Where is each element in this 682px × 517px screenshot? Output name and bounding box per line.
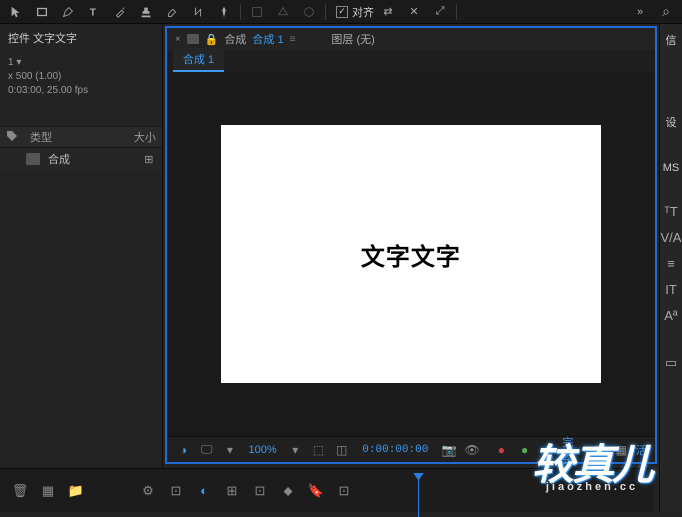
markers-icon[interactable]: 🔖 — [306, 483, 326, 499]
canvas-area[interactable]: 文字文字 — [167, 72, 655, 436]
selection-tool-icon[interactable] — [4, 2, 28, 22]
local-axis-icon[interactable] — [245, 2, 269, 22]
viewer-tab-prefix: 合成 — [224, 31, 246, 47]
roto-tool-icon[interactable] — [186, 2, 210, 22]
rectangle-tool-icon[interactable] — [30, 2, 54, 22]
timeline-panel: 🗑 ▦ 📁 ⚙ ⊡ ◐ ⊞ ⊡ ⬥ 🔖 ⊡ — [0, 468, 654, 512]
crop-icon[interactable]: ◫ — [333, 443, 350, 457]
character-t-icon[interactable]: ᵀT — [660, 200, 682, 222]
list-item[interactable]: 合成 ⊞ — [0, 148, 162, 170]
flowchart-icon[interactable]: ⊞ — [142, 153, 156, 166]
eye-icon[interactable]: 👁 — [464, 443, 481, 457]
list-item-label: 合成 — [48, 151, 134, 167]
playhead[interactable] — [418, 477, 419, 517]
chevron-down-icon[interactable]: ▾ — [287, 443, 304, 457]
snapshot-icon[interactable]: 📷 — [440, 443, 457, 457]
folder-icon[interactable]: 📁 — [66, 483, 86, 499]
project-info: 1 ▾ x 500 (1.00) 0:03:00, 25.00 fps — [0, 52, 162, 102]
snap-edge-icon[interactable]: ✕ — [402, 2, 426, 22]
viewer-footer: ◑ 🖵 ▾ 100% ▾ ⬚ ◫ 0:00:00:00 📷 👁 ● ● ● 完整… — [167, 436, 655, 462]
composition-icon — [26, 153, 40, 165]
project-header: 控件 文字文字 — [0, 24, 162, 52]
bin-icon[interactable]: 🗑 — [10, 483, 30, 499]
camera-view-icon[interactable]: ▦ — [613, 443, 630, 457]
canvas-text: 文字文字 — [361, 237, 461, 272]
graph-icon[interactable]: ⊞ — [222, 483, 242, 499]
motion-blur-icon[interactable]: ◐ — [194, 483, 214, 498]
snap-checkbox[interactable]: ✓ — [336, 6, 348, 18]
active-camera-label[interactable]: 活 — [636, 442, 647, 458]
channel-g-icon[interactable]: ● — [516, 443, 533, 457]
vertical-text-icon[interactable]: IT — [660, 278, 682, 300]
channel-r-icon[interactable]: ● — [493, 443, 510, 457]
composition-panel: × 🔒 合成 合成 1 ≡ 图层 (无) 合成 1 文字文字 ◑ 🖵 ▾ 10 — [162, 24, 659, 512]
project-panel: 控件 文字文字 1 ▾ x 500 (1.00) 0:03:00, 25.00 … — [0, 24, 162, 512]
layer-switches-icon[interactable]: ⊡ — [250, 483, 270, 499]
top-toolbar: T ✓ 对齐 ⇄ ✕ ⤢ » ⌕ — [0, 0, 682, 24]
resolution-label[interactable]: 完整 — [562, 434, 583, 466]
text-tool-icon[interactable]: T — [82, 2, 106, 22]
time-nav-icon[interactable]: ⊡ — [334, 483, 354, 499]
toolbar-overflow-icon[interactable]: » — [628, 2, 652, 22]
keyframe-icon[interactable]: ⬥ — [278, 483, 298, 499]
right-panels: 信 设 MS ᵀT V/A ≡ IT Aª ▭ — [659, 24, 682, 512]
info-panel-tab[interactable]: 信 — [660, 28, 682, 52]
stamp-tool-icon[interactable] — [134, 2, 158, 22]
monitor-icon[interactable]: 🖵 — [198, 442, 215, 457]
toolbar-separator — [325, 4, 326, 20]
sub-tabs: 合成 1 — [167, 50, 655, 72]
project-duration: 0:03:00, 25.00 fps — [8, 84, 154, 98]
timeline-toolbar: 🗑 ▦ 📁 ⚙ ⊡ ◐ ⊞ ⊡ — [10, 483, 270, 499]
shy-icon[interactable]: ⚙ — [138, 483, 158, 499]
pin-tool-icon[interactable] — [212, 2, 236, 22]
canvas: 文字文字 — [221, 125, 601, 383]
search-icon[interactable]: ⌕ — [654, 2, 678, 22]
column-label-icon[interactable] — [6, 130, 22, 145]
layer-label[interactable]: 图层 (无) — [331, 31, 374, 47]
roi-icon[interactable]: ⬚ — [310, 443, 327, 457]
eraser-tool-icon[interactable] — [160, 2, 184, 22]
list-header: 类型 大小 — [0, 126, 162, 148]
snap-toggle[interactable]: ✓ 对齐 — [336, 4, 374, 20]
svg-text:T: T — [90, 6, 97, 18]
chevron-down-icon[interactable]: ▾ — [221, 443, 238, 457]
settings-panel-tab[interactable]: 设 — [660, 110, 682, 134]
timeline-track[interactable]: ⬥ 🔖 ⊡ — [278, 483, 644, 499]
timecode[interactable]: 0:00:00:00 — [362, 444, 428, 456]
zoom-level[interactable]: 100% — [249, 444, 277, 456]
empty-box-icon[interactable]: ▭ — [660, 352, 682, 374]
composition-icon — [187, 34, 199, 44]
bits-icon[interactable]: ▦ — [38, 483, 58, 499]
column-type[interactable]: 类型 — [30, 129, 112, 145]
project-list: 类型 大小 合成 ⊞ — [0, 126, 162, 512]
project-title: 控件 文字文字 — [8, 33, 77, 45]
snap-collapse-icon[interactable]: ⤢ — [428, 2, 452, 22]
magnification-icon[interactable]: ◑ — [175, 443, 192, 457]
world-axis-icon[interactable] — [271, 2, 295, 22]
grid-icon[interactable]: ⊞ — [589, 443, 606, 457]
view-axis-icon[interactable] — [297, 2, 321, 22]
menu-icon[interactable]: ≡ — [290, 34, 296, 45]
brush-tool-icon[interactable] — [108, 2, 132, 22]
render-icon[interactable]: ⊡ — [166, 483, 186, 499]
baseline-icon[interactable]: Aª — [660, 304, 682, 326]
viewer-tabs: × 🔒 合成 合成 1 ≡ 图层 (无) — [167, 28, 655, 50]
kerning-icon[interactable]: V/A — [660, 226, 682, 248]
lock-icon[interactable]: 🔒 — [205, 33, 219, 46]
toolbar-separator — [240, 4, 241, 20]
justify-icon[interactable]: ≡ — [660, 252, 682, 274]
snap-behavior-icon[interactable]: ⇄ — [376, 2, 400, 22]
snap-label: 对齐 — [352, 4, 374, 20]
viewer-tab-active[interactable]: 合成 1 — [252, 31, 283, 47]
column-size[interactable]: 大小 — [120, 129, 156, 145]
project-use-count: 1 ▾ — [8, 56, 154, 70]
channel-b-icon[interactable]: ● — [539, 443, 556, 457]
toolbar-separator — [456, 4, 457, 20]
project-dimensions: x 500 (1.00) — [8, 70, 154, 84]
close-icon[interactable]: × — [175, 34, 181, 45]
sub-tab-comp[interactable]: 合成 1 — [173, 48, 224, 72]
pen-tool-icon[interactable] — [56, 2, 80, 22]
ms-panel-tab[interactable]: MS — [660, 158, 682, 178]
viewer-wrap: × 🔒 合成 合成 1 ≡ 图层 (无) 合成 1 文字文字 ◑ 🖵 ▾ 10 — [165, 26, 657, 464]
